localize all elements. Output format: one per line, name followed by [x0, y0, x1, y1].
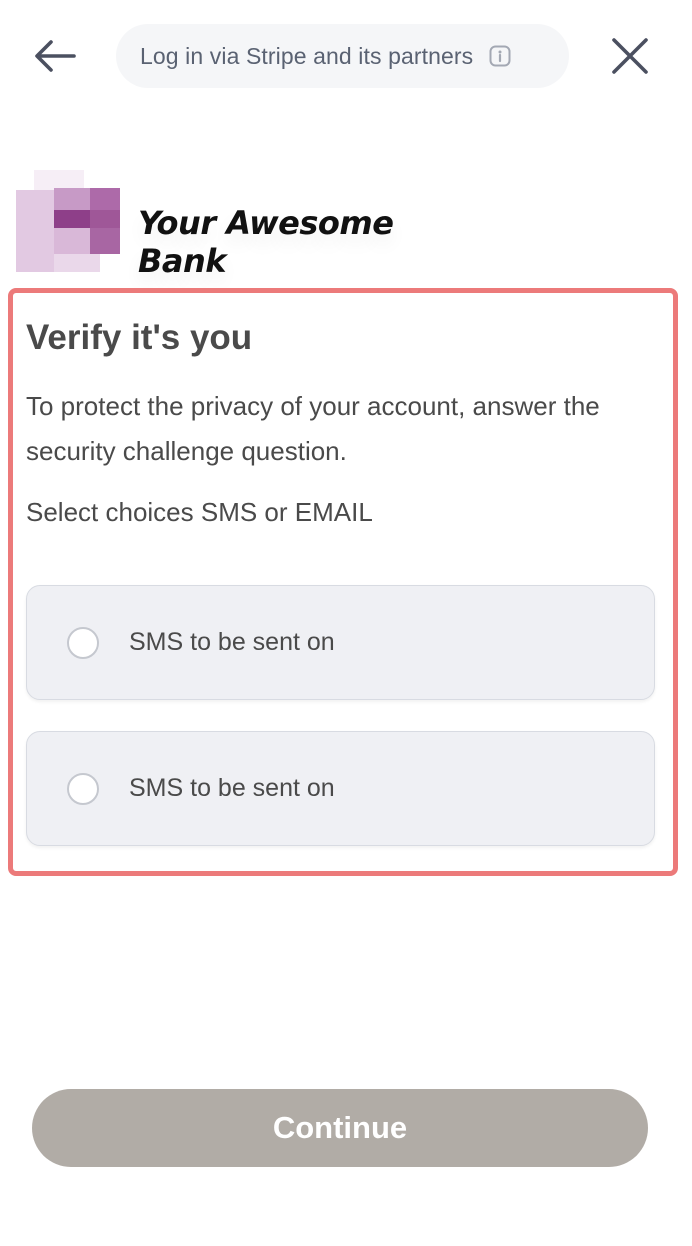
info-icon[interactable] [489, 45, 511, 67]
sms-option-2[interactable]: SMS to be sent on [26, 731, 655, 846]
select-prompt: Select choices SMS or EMAIL [26, 497, 373, 527]
arrow-left-icon [35, 40, 76, 72]
close-button[interactable] [604, 30, 656, 82]
page-title: Verify it's you [26, 318, 253, 357]
bank-name: Your Awesome Bank [138, 204, 394, 280]
continue-button[interactable]: Continue [32, 1089, 648, 1167]
bank-logo [16, 168, 120, 272]
close-icon [612, 38, 648, 74]
stripe-pill-text: Log in via Stripe and its partners [140, 42, 474, 69]
radio-button[interactable] [67, 772, 99, 805]
top-bar: Log in via Stripe and its partners [0, 0, 692, 112]
sms-option-1[interactable]: SMS to be sent on [26, 585, 655, 700]
option-label: SMS to be sent on [129, 774, 335, 802]
back-button[interactable] [28, 30, 80, 82]
bank-header: Your Awesome Bank [16, 168, 476, 280]
option-label: SMS to be sent on [129, 628, 335, 656]
radio-button[interactable] [67, 626, 99, 659]
stripe-partners-pill[interactable]: Log in via Stripe and its partners [116, 24, 569, 88]
challenge-description: To protect the privacy of your account, … [26, 391, 600, 466]
